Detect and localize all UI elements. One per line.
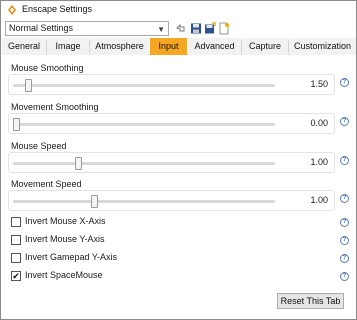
slider-thumb[interactable] xyxy=(13,118,20,131)
invert-mouse-y-label: Invert Mouse Y-Axis xyxy=(25,234,105,244)
help-icon[interactable]: ? xyxy=(340,194,349,203)
help-icon[interactable]: ? xyxy=(340,78,349,87)
mouse-speed-value: 1.00 xyxy=(310,157,328,167)
slider-track[interactable] xyxy=(13,200,275,203)
settings-window: Enscape Settings Normal Settings ▼ Gener… xyxy=(0,0,357,320)
preset-dropdown[interactable]: Normal Settings ▼ xyxy=(5,21,169,36)
checkbox-box[interactable] xyxy=(11,253,21,263)
chevron-down-icon: ▼ xyxy=(157,25,165,34)
mouse-smoothing-label: Mouse Smoothing xyxy=(11,63,84,73)
help-icon[interactable]: ? xyxy=(340,218,349,227)
movement-speed-value: 1.00 xyxy=(310,195,328,205)
new-file-icon[interactable] xyxy=(218,22,230,35)
enscape-logo-icon xyxy=(8,5,16,15)
invert-gamepad-y-label: Invert Gamepad Y-Axis xyxy=(25,252,118,262)
tab-input[interactable]: Input xyxy=(150,38,187,55)
save-as-icon[interactable] xyxy=(204,22,216,35)
movement-smoothing-slider[interactable]: 0.00 xyxy=(8,113,335,134)
help-icon[interactable]: ? xyxy=(340,272,349,281)
movement-smoothing-label: Movement Smoothing xyxy=(11,102,99,112)
tab-capture[interactable]: Capture xyxy=(242,38,288,55)
mouse-smoothing-slider[interactable]: 1.50 xyxy=(8,74,335,95)
help-icon[interactable]: ? xyxy=(340,236,349,245)
help-icon[interactable]: ? xyxy=(340,117,349,126)
tab-bar: General Image Atmosphere Input Advanced … xyxy=(2,38,356,55)
slider-thumb[interactable] xyxy=(75,157,82,170)
slider-track[interactable] xyxy=(13,162,275,165)
slider-thumb[interactable] xyxy=(91,195,98,208)
movement-speed-label: Movement Speed xyxy=(11,179,82,189)
slider-track[interactable] xyxy=(13,123,275,126)
preset-toolbar: Normal Settings ▼ xyxy=(5,21,355,37)
mouse-speed-slider[interactable]: 1.00 xyxy=(8,152,335,173)
tab-general[interactable]: General xyxy=(2,38,46,55)
save-icon[interactable] xyxy=(190,22,202,35)
movement-smoothing-value: 0.00 xyxy=(310,118,328,128)
reset-tab-button[interactable]: Reset This Tab xyxy=(277,293,344,309)
help-icon[interactable]: ? xyxy=(340,156,349,165)
mouse-speed-label: Mouse Speed xyxy=(11,141,67,151)
title-bar: Enscape Settings xyxy=(1,1,356,19)
tab-atmosphere[interactable]: Atmosphere xyxy=(90,38,149,55)
invert-mouse-x-label: Invert Mouse X-Axis xyxy=(25,216,106,226)
undo-icon[interactable] xyxy=(174,22,186,35)
slider-thumb[interactable] xyxy=(25,79,32,92)
checkbox-box[interactable] xyxy=(11,217,21,227)
preset-value: Normal Settings xyxy=(9,23,74,33)
tab-customization[interactable]: Customization xyxy=(289,38,356,55)
tab-image[interactable]: Image xyxy=(47,38,89,55)
invert-spacemouse-label: Invert SpaceMouse xyxy=(25,270,103,280)
tab-advanced[interactable]: Advanced xyxy=(188,38,241,55)
mouse-smoothing-value: 1.50 xyxy=(310,79,328,89)
checkbox-box[interactable]: ✔ xyxy=(11,271,21,281)
slider-track[interactable] xyxy=(13,84,275,87)
window-title: Enscape Settings xyxy=(22,4,93,14)
movement-speed-slider[interactable]: 1.00 xyxy=(8,190,335,211)
help-icon[interactable]: ? xyxy=(340,254,349,263)
checkbox-box[interactable] xyxy=(11,235,21,245)
